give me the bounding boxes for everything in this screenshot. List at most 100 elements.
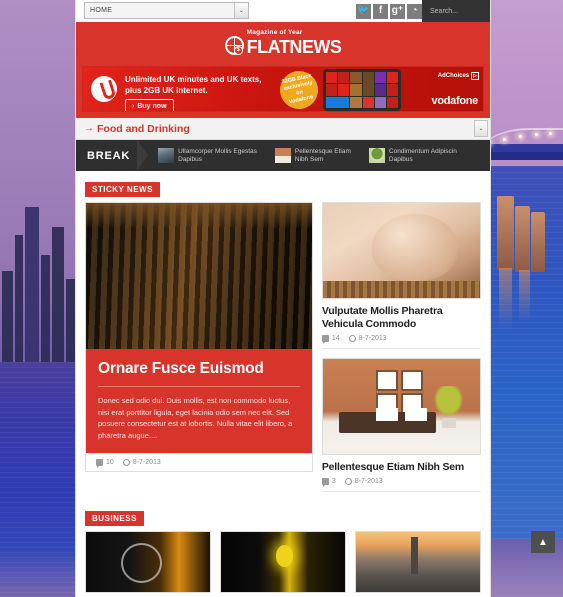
background-right-bridge [483, 0, 563, 597]
site-logo[interactable]: $ Magazine of Year FLATNEWS [224, 29, 342, 57]
ticker-item-title: Pellentesque Etiam Nibh Sem [295, 148, 351, 164]
vodafone-logo-icon [91, 76, 117, 102]
vodafone-wordmark: vodafone [431, 95, 479, 107]
ticker-thumb-icon [158, 148, 175, 163]
comment-count: 3 [321, 478, 336, 487]
adchoices-badge[interactable]: AdChoices ▷ [438, 72, 479, 80]
comment-count-value: 3 [331, 478, 336, 485]
featured-image[interactable] [86, 203, 312, 349]
side-column: Vulputate Mollis Pharetra Vehicula Commo… [321, 202, 481, 501]
divider [321, 491, 481, 492]
business-thumbnail[interactable] [85, 531, 211, 593]
clock-icon [122, 459, 130, 466]
card-meta: 14 8-7-2013 [321, 331, 481, 348]
ticker-title-line1: Pellentesque Etiam [294, 147, 351, 155]
featured-article[interactable]: Ornare Fusce Euismod Donec sed odio dui.… [85, 202, 313, 472]
arrow-right-icon: → [84, 123, 94, 134]
twitter-icon[interactable]: 🐦 [356, 3, 371, 19]
chevron-down-icon[interactable]: ⌄ [234, 3, 248, 18]
nav-dropdown-value: HOME [90, 7, 113, 14]
business-thumbnail-row [85, 531, 481, 593]
logo-tagline: Magazine of Year [246, 29, 303, 37]
divider [321, 348, 481, 349]
background-left-cityscape [0, 0, 75, 597]
publish-date-value: 8-7-2013 [354, 478, 383, 485]
comment-icon [321, 478, 329, 487]
business-thumbnail[interactable] [355, 531, 481, 593]
comment-count-value: 10 [106, 459, 114, 466]
card-image[interactable] [321, 202, 481, 299]
ticker-item[interactable]: Condimentum Adipiscin Dapibus [359, 148, 465, 164]
ticker-title-line2: Dapibus [388, 155, 413, 163]
adchoices-icon: ▷ [471, 72, 479, 80]
business-section: BUSINESS [76, 501, 490, 593]
card-image[interactable] [321, 358, 481, 455]
breaking-label: BREAK [87, 149, 131, 162]
breaking-news-ticker: BREAK Ullamcorper Mollis Egestas Dapibus… [76, 140, 490, 171]
card-meta: 3 8-7-2013 [321, 474, 481, 491]
ticker-item[interactable]: Ullamcorper Mollis Egestas Dapibus [148, 148, 265, 164]
featured-excerpt: Donec sed odio dui. Duis mollis, est non… [98, 396, 293, 440]
category-name[interactable]: Food and Drinking [97, 123, 190, 135]
ad-headline-2: plus 2GB UK internet. [125, 86, 208, 95]
buy-now-button[interactable]: › Buy now [125, 99, 174, 111]
card-title[interactable]: Vulputate Mollis Pharetra Vehicula Commo… [322, 305, 481, 331]
globe-badge: $ [233, 45, 243, 55]
googleplus-icon[interactable]: g⁺ [390, 3, 405, 19]
featured-title[interactable]: Ornare Fusce Euismod [98, 360, 300, 378]
site-header: $ Magazine of Year FLATNEWS [76, 22, 490, 64]
ad-burst-badge: 32GB Black exclusively on Vodafone [276, 67, 322, 111]
logo-wordmark: FLATNEWS [246, 36, 342, 57]
globe-icon: $ [224, 35, 244, 55]
clock-icon [344, 478, 352, 485]
ticker-title-line1: Ullamcorper Mollis Egestas [178, 147, 257, 155]
ticker-arrow-icon [137, 140, 149, 171]
ticker-item-title: Ullamcorper Mollis Egestas Dapibus [178, 148, 257, 164]
section-tag-sticky-news[interactable]: STICKY NEWS [85, 182, 160, 197]
category-strip: → Food and Drinking ⌄ [76, 118, 490, 140]
ticker-items: Ullamcorper Mollis Egestas Dapibus Pelle… [148, 148, 490, 164]
rss-icon[interactable]: ◔ [407, 3, 422, 19]
facebook-icon[interactable]: f [373, 3, 388, 19]
clock-icon [348, 335, 356, 342]
comment-icon [96, 459, 103, 468]
nav-dropdown[interactable]: HOME ⌄ [84, 2, 249, 19]
top-bar: HOME ⌄ 🐦 f g⁺ ◔ Search... [76, 0, 490, 22]
publish-date: 8-7-2013 [348, 335, 387, 342]
category-select-caret-icon[interactable]: ⌄ [474, 120, 488, 137]
featured-column: Ornare Fusce Euismod Donec sed odio dui.… [85, 202, 313, 501]
site-page: HOME ⌄ 🐦 f g⁺ ◔ Search... $ Magazine of … [75, 0, 491, 597]
advertisement-region: Unlimited UK minutes and UK texts, plus … [76, 64, 490, 118]
ticker-thumb-icon [368, 148, 385, 163]
adchoices-label: AdChoices [437, 73, 470, 79]
business-thumbnail[interactable] [220, 531, 346, 593]
phone-image [323, 69, 401, 111]
ticker-thumb-icon [274, 148, 291, 163]
chevron-right-icon: › [132, 103, 135, 110]
publish-date: 8-7-2013 [122, 459, 161, 466]
search-input[interactable]: Search... [422, 0, 490, 22]
ad-headline-1: Unlimited UK minutes and UK texts, [125, 75, 262, 84]
card-title[interactable]: Pellentesque Etiam Nibh Sem [322, 461, 481, 474]
social-links: 🐦 f g⁺ ◔ [356, 0, 422, 22]
main-content: STICKY NEWS Ornare Fusce Euismod Donec s… [76, 171, 490, 501]
comment-count-value: 14 [331, 335, 340, 342]
article-card[interactable]: Pellentesque Etiam Nibh Sem 3 8-7-2013 [321, 358, 481, 492]
scroll-to-top-button[interactable]: ▲ [531, 531, 555, 553]
article-card[interactable]: Vulputate Mollis Pharetra Vehicula Commo… [321, 202, 481, 349]
comment-count: 10 [96, 459, 114, 468]
publish-date: 8-7-2013 [344, 478, 383, 485]
vodafone-ad-banner[interactable]: Unlimited UK minutes and UK texts, plus … [82, 66, 484, 112]
publish-date-value: 8-7-2013 [132, 459, 161, 466]
ticker-title-line2: Nibh Sem [294, 155, 324, 163]
comment-count: 14 [321, 335, 340, 344]
comment-icon [321, 335, 329, 344]
section-tag-business[interactable]: BUSINESS [85, 511, 144, 526]
ticker-title-line2: Dapibus [178, 155, 202, 163]
ticker-item[interactable]: Pellentesque Etiam Nibh Sem [265, 148, 359, 164]
buy-now-label: Buy now [137, 103, 167, 110]
ad-copy: Unlimited UK minutes and UK texts, plus … [125, 74, 262, 111]
divider [98, 386, 300, 387]
featured-meta: 10 8-7-2013 [86, 453, 312, 471]
publish-date-value: 8-7-2013 [358, 335, 387, 342]
